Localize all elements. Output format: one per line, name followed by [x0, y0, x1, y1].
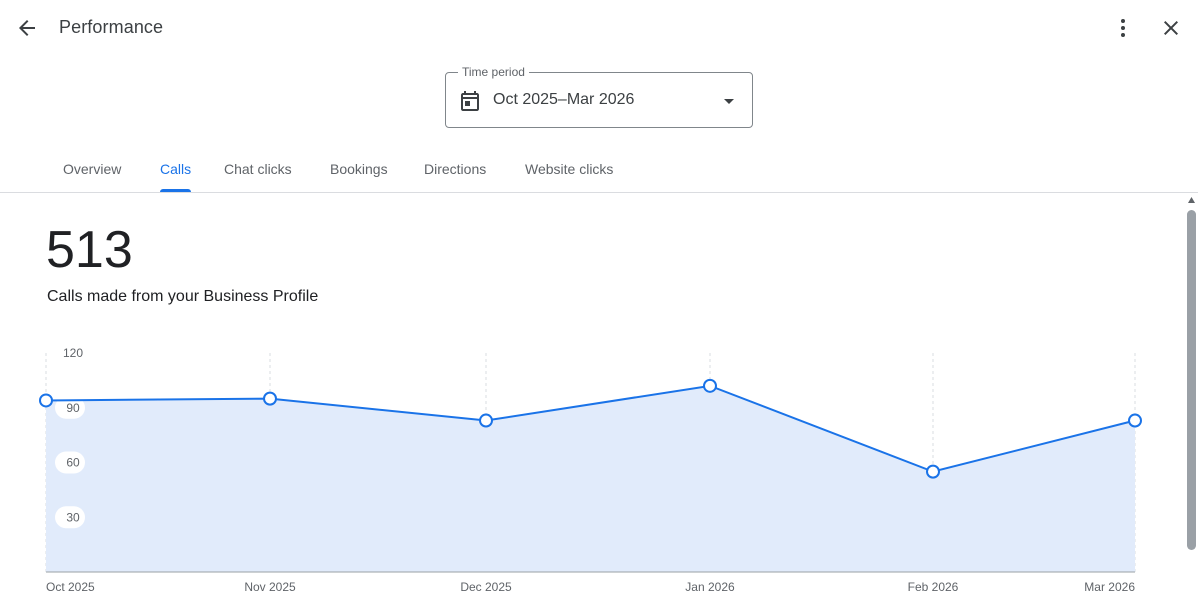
x-tick-label: Mar 2026 — [1084, 580, 1135, 594]
scrollbar[interactable] — [1185, 193, 1198, 595]
tab-label: Bookings — [330, 160, 388, 177]
x-tick-label: Jan 2026 — [685, 580, 735, 594]
tab-label: Website clicks — [525, 160, 614, 177]
tab-website-clicks[interactable]: Website clicks — [509, 145, 629, 192]
back-button[interactable] — [7, 8, 47, 48]
tab-calls[interactable]: Calls — [144, 145, 207, 192]
y-tick-label: 60 — [66, 456, 80, 470]
tab-label: Directions — [424, 160, 487, 177]
app-header: Performance — [0, 0, 1198, 56]
more-vert-icon — [1121, 19, 1125, 37]
area-fill — [46, 385, 1135, 572]
tab-overview[interactable]: Overview — [47, 145, 137, 192]
scroll-up-arrow-icon[interactable] — [1187, 196, 1196, 204]
arrow-back-icon — [19, 20, 35, 36]
page-title: Performance — [59, 17, 164, 37]
data-point — [703, 378, 717, 393]
time-period-label: Time period — [458, 65, 529, 79]
y-tick-label: 30 — [66, 510, 80, 524]
tab-bar: Overview Calls Chat clicks Bookings Dire… — [0, 145, 1198, 193]
x-tick-label: Nov 2025 — [244, 580, 296, 594]
x-tick-label: Feb 2026 — [908, 580, 959, 594]
tab-directions[interactable]: Directions — [408, 145, 502, 192]
tab-label: Chat clicks — [224, 160, 292, 177]
close-button[interactable] — [1151, 8, 1191, 48]
x-tick-label: Dec 2025 — [460, 580, 512, 594]
tab-label: Overview — [63, 160, 122, 177]
more-options-button[interactable] — [1103, 8, 1143, 48]
tab-bookings[interactable]: Bookings — [314, 145, 404, 192]
dropdown-arrow-icon — [724, 99, 734, 104]
y-tick-label: 90 — [66, 401, 80, 415]
scroll-thumb[interactable] — [1187, 210, 1196, 550]
tab-label: Calls — [160, 160, 192, 177]
time-period-select[interactable]: Time period Oct 2025–Mar 2026 — [445, 65, 753, 128]
data-point — [1128, 413, 1142, 428]
data-point — [263, 391, 277, 406]
data-point — [39, 393, 53, 408]
time-period-value: Oct 2025–Mar 2026 — [493, 91, 635, 108]
data-point — [479, 413, 493, 428]
data-point — [926, 464, 940, 479]
tab-chat-clicks[interactable]: Chat clicks — [208, 145, 308, 192]
close-icon — [1164, 21, 1178, 35]
calls-chart: 30 60 90 120 Oct 2025 Nov 2025 Dec 2025 Jan 202… — [39, 346, 1142, 594]
x-tick-label: Oct 2025 — [46, 580, 95, 594]
y-tick-label: 120 — [63, 346, 83, 360]
calendar-icon — [461, 91, 479, 111]
active-tab-indicator — [160, 189, 192, 192]
calls-panel: 513 Calls made from your Business Profil… — [0, 193, 1185, 595]
